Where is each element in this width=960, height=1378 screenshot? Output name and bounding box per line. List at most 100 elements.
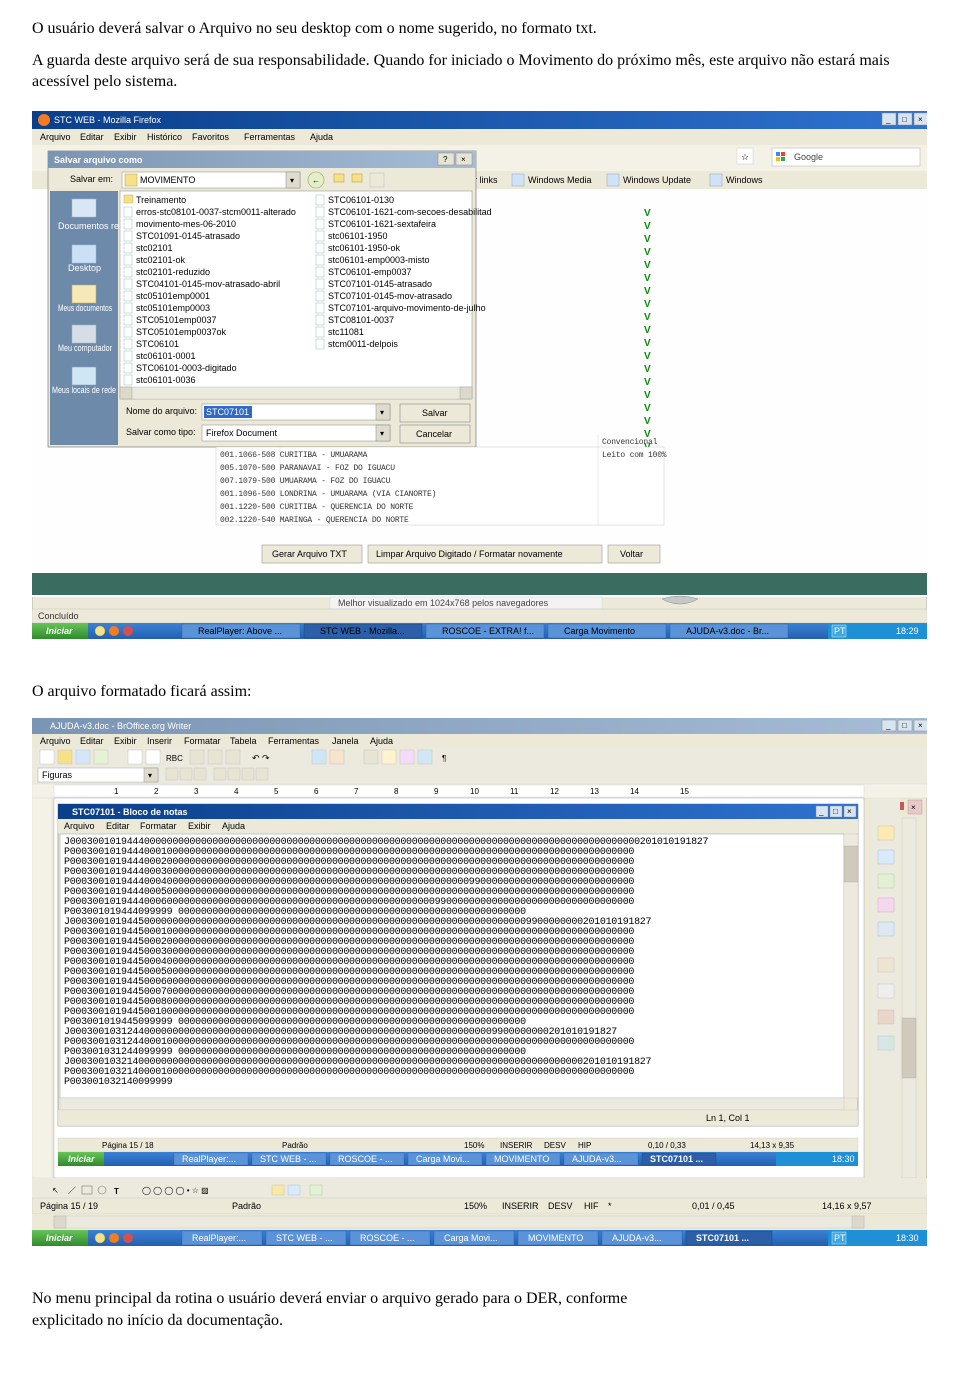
firefox-menu-view[interactable]: Exibir xyxy=(114,132,137,142)
svg-text:STC07101 ...: STC07101 ... xyxy=(650,1154,703,1164)
writer-h-scrollbar[interactable] xyxy=(54,1216,864,1228)
svg-text:STC06101-1621-com-secoes-desab: STC06101-1621-com-secoes-desabilitad xyxy=(328,207,492,217)
firefox-menu-bookmarks[interactable]: Favoritos xyxy=(192,132,230,142)
svg-text:stc06101-emp0003-misto: stc06101-emp0003-misto xyxy=(328,255,430,265)
notepad-h-scrollbar[interactable] xyxy=(60,1098,844,1110)
svg-text:stc02101-reduzido: stc02101-reduzido xyxy=(136,267,210,277)
svg-text:STC05101emp0037ok: STC05101emp0037ok xyxy=(136,327,227,337)
svg-text:ROSCOE - ...: ROSCOE - ... xyxy=(338,1154,393,1164)
new-folder-icon[interactable] xyxy=(352,174,362,182)
svg-text:Editar[interactable]: Editar xyxy=(106,821,130,831)
svg-text:▾: ▾ xyxy=(290,176,294,185)
views-icon[interactable] xyxy=(370,173,384,187)
writer-v-scrollbar[interactable] xyxy=(902,818,916,1178)
svg-text:Figuras: Figuras xyxy=(42,770,73,780)
svg-text:?: ? xyxy=(443,155,448,164)
svg-text:▾: ▾ xyxy=(380,429,384,438)
svg-text:STC01091-0145-atrasado: STC01091-0145-atrasado xyxy=(136,231,240,241)
svg-text:×: × xyxy=(461,155,466,164)
svg-text:_: _ xyxy=(885,721,891,730)
svg-text:14: 14 xyxy=(630,787,639,796)
svg-text:15: 15 xyxy=(680,787,689,796)
bookmark-windows-media[interactable]: Windows Media xyxy=(528,175,592,185)
svg-text:DESV: DESV xyxy=(544,1141,566,1150)
svg-text:Janela[interactable]: Janela xyxy=(332,736,359,746)
svg-text:Exibir[interactable]: Exibir xyxy=(188,821,211,831)
svg-text:MOVIMENTO: MOVIMENTO xyxy=(494,1154,549,1164)
svg-text:stc06101-1950: stc06101-1950 xyxy=(328,231,388,241)
svg-text:Ajuda[interactable]: Ajuda xyxy=(222,821,245,831)
firefox-menu-help[interactable]: Ajuda xyxy=(310,132,333,142)
place-network[interactable]: Meus locais de rede xyxy=(52,385,116,395)
svg-text:0,10 / 0,33: 0,10 / 0,33 xyxy=(648,1141,686,1150)
svg-text:2: 2 xyxy=(154,787,159,796)
h-scrollbar[interactable] xyxy=(120,387,472,399)
svg-text:Inserir[interactable]: Inserir xyxy=(147,736,172,746)
writer-toolbar-2[interactable] xyxy=(166,768,268,780)
svg-text:4: 4 xyxy=(234,787,239,796)
svg-text:RealPlayer:...: RealPlayer:... xyxy=(192,1233,246,1243)
save-in-label: Salvar em: xyxy=(70,174,113,184)
closing-para-line1: No menu principal da rotina o usuário de… xyxy=(32,1288,930,1310)
window-controls[interactable]: _ □ × xyxy=(882,113,927,125)
svg-text:movimento-mes-06-2010: movimento-mes-06-2010 xyxy=(136,219,236,229)
svg-text:STC07101 ...: STC07101 ... xyxy=(696,1233,749,1243)
svg-text:←: ← xyxy=(312,176,320,185)
svg-text:Ajuda[interactable]: Ajuda xyxy=(370,736,393,746)
svg-text:▾: ▾ xyxy=(380,408,384,417)
best-viewed-text: Melhor visualizado em 1024x768 pelos nav… xyxy=(338,598,549,608)
svg-text:Tabela[interactable]: Tabela xyxy=(230,736,257,746)
svg-text:◯ ◯ ◯ ◯ • ☆ ▨: ◯ ◯ ◯ ◯ • ☆ ▨ xyxy=(142,1186,209,1195)
svg-text:STC WEB - Mozilla...: STC WEB - Mozilla... xyxy=(320,626,405,636)
svg-text:STC06101-1621-sextafeira: STC06101-1621-sextafeira xyxy=(328,219,436,229)
svg-text:V: V xyxy=(644,247,651,258)
place-my-computer[interactable]: Meu computador xyxy=(58,343,112,353)
firefox-menu-tools[interactable]: Ferramentas xyxy=(244,132,296,142)
svg-text:Arquivo[interactable]: Arquivo xyxy=(64,821,95,831)
writer-title: AJUDA-v3.doc - BrOffice.org Writer xyxy=(50,721,191,731)
svg-text:8: 8 xyxy=(394,787,399,796)
svg-text:STC07101-0145-atrasado: STC07101-0145-atrasado xyxy=(328,279,432,289)
bookmarks-links-label: r links xyxy=(474,175,498,185)
svg-text:Ferramentas[interactable]: Ferramentas xyxy=(268,736,320,746)
svg-text:18:30: 18:30 xyxy=(832,1154,855,1164)
svg-text:Página 15 / 19: Página 15 / 19 xyxy=(40,1201,98,1211)
svg-text:PT: PT xyxy=(834,1233,846,1243)
place-my-docs[interactable]: Meus documentos xyxy=(58,303,112,313)
svg-text:Exibir[interactable]: Exibir xyxy=(114,736,137,746)
firefox-menu-edit[interactable]: Editar xyxy=(80,132,104,142)
svg-text:Arquivo[interactable]: Arquivo xyxy=(40,736,71,746)
svg-text:STC07101: STC07101 xyxy=(206,407,249,417)
svg-text:STC06101-0130: STC06101-0130 xyxy=(328,195,394,205)
bookmark-windows[interactable]: Windows xyxy=(726,175,763,185)
svg-text:STC05101emp0037: STC05101emp0037 xyxy=(136,315,217,325)
svg-text:↖: ↖ xyxy=(52,1186,59,1195)
bookmark-windows-update[interactable]: Windows Update xyxy=(623,175,691,185)
firefox-menu-file[interactable]: Arquivo xyxy=(40,132,71,142)
svg-text:Formatar[interactable]: Formatar xyxy=(140,821,177,831)
svg-text:6: 6 xyxy=(314,787,319,796)
taskbar-buttons[interactable]: RealPlayer: Above ... STC WEB - Mozilla.… xyxy=(182,624,788,638)
inner-taskbar-buttons[interactable]: RealPlayer:... STC WEB - ... ROSCOE - ..… xyxy=(174,1153,716,1165)
svg-text:□: □ xyxy=(902,721,907,730)
svg-text:MOVIMENTO: MOVIMENTO xyxy=(140,175,195,185)
firefox-menu-history[interactable]: Histórico xyxy=(147,132,182,142)
svg-text:stc11081: stc11081 xyxy=(328,327,364,337)
status-left: Concluído xyxy=(38,611,79,621)
svg-text:1: 1 xyxy=(114,787,119,796)
svg-text:HIF: HIF xyxy=(584,1201,599,1211)
svg-text:Carga Movi...: Carga Movi... xyxy=(416,1154,470,1164)
svg-text:V: V xyxy=(644,351,651,362)
svg-text:Cancelar: Cancelar xyxy=(416,429,452,439)
svg-text:150%: 150% xyxy=(464,1201,487,1211)
svg-text:／: ／ xyxy=(68,1186,76,1195)
svg-text:Formatar[interactable]: Formatar xyxy=(184,736,221,746)
svg-text:STC04101-0145-mov-atrasado-abr: STC04101-0145-mov-atrasado-abril xyxy=(136,279,280,289)
svg-text:Limpar Arquivo Digitado / Form: Limpar Arquivo Digitado / Formatar novam… xyxy=(376,549,563,559)
svg-text:*: * xyxy=(608,1201,612,1211)
svg-text:↶ ↷: ↶ ↷ xyxy=(252,753,270,763)
svg-text:Editar[interactable]: Editar xyxy=(80,736,104,746)
svg-text:STC06101-0003-digitado: STC06101-0003-digitado xyxy=(136,363,237,373)
svg-text:V: V xyxy=(644,312,651,323)
place-desktop[interactable]: Desktop xyxy=(68,263,101,273)
